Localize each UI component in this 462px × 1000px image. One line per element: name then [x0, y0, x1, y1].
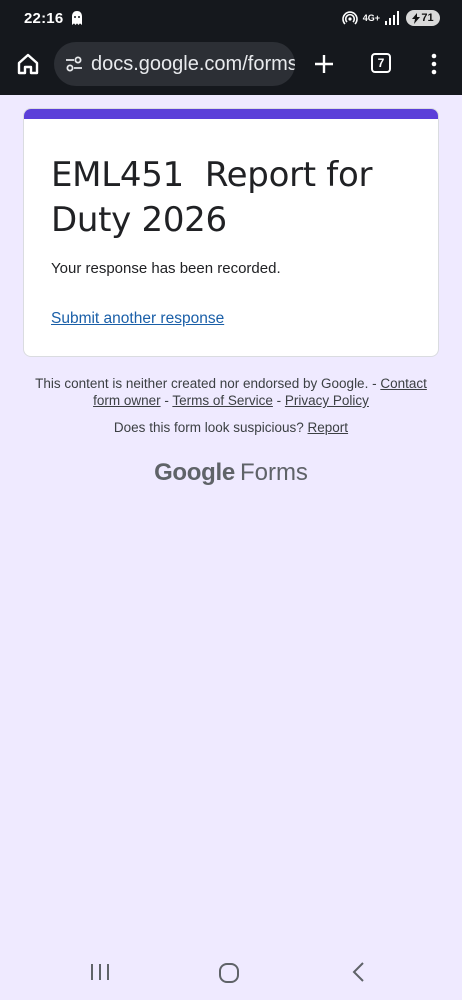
system-nav-bar [0, 940, 462, 1000]
battery-level: 71 [421, 12, 434, 24]
tab-count: 7 [377, 56, 385, 70]
form-title: EML451 Report for Duty 2026 [51, 155, 383, 240]
privacy-link[interactable]: Privacy Policy [285, 393, 369, 408]
network-type: 4G+ [362, 12, 380, 23]
disclaimer: This content is neither created nor endo… [35, 376, 427, 408]
brand-google: Google [154, 459, 235, 486]
more-vert-icon[interactable] [425, 52, 443, 76]
tab-switcher-button[interactable]: 7 [371, 53, 391, 73]
recents-icon[interactable] [88, 962, 112, 982]
ghost-icon [72, 11, 83, 25]
home-circle-icon[interactable] [218, 962, 240, 984]
terms-link[interactable]: Terms of Service [172, 393, 273, 408]
hotspot-icon [342, 11, 358, 25]
browser-toolbar: docs.google.com/forms 7 [0, 36, 462, 95]
battery-icon: 71 [406, 10, 440, 26]
status-time: 22:16 [24, 9, 64, 27]
confirmation-message: Your response has been recorded. [51, 260, 281, 277]
submit-another-link[interactable]: Submit another response [51, 310, 224, 328]
signal-icon [385, 11, 399, 25]
google-forms-logo: Google Forms [0, 459, 462, 487]
response-card: EML451 Report for Duty 2026 Your respons… [23, 108, 439, 357]
tune-icon[interactable] [64, 54, 84, 74]
home-icon[interactable] [14, 50, 42, 78]
suspicious-question: Does this form look suspicious? [113, 420, 304, 435]
url-text: docs.google.com/forms [91, 52, 295, 75]
plus-icon[interactable] [312, 52, 336, 76]
address-bar[interactable]: docs.google.com/forms [54, 42, 295, 86]
suspicious-line: Does this form look suspicious? Report [30, 420, 432, 435]
status-icons: 4G+ 71 [342, 10, 440, 26]
back-icon[interactable] [350, 961, 368, 983]
card-accent-bar [24, 109, 438, 119]
status-bar: 22:16 4G+ 71 [0, 0, 462, 36]
brand-forms: Forms [239, 459, 308, 486]
report-link[interactable]: Report [308, 420, 349, 435]
disclaimer-text: This content is neither created nor endo… [35, 376, 369, 391]
